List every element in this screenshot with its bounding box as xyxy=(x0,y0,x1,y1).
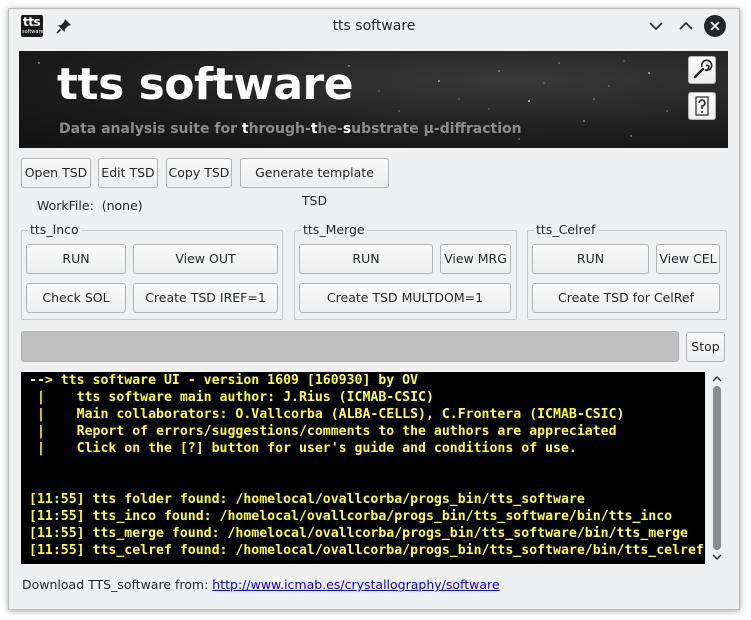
help-icon xyxy=(695,96,709,116)
celref-group-title: tts_Celref xyxy=(534,222,598,237)
app-logo-text: tts xyxy=(23,15,41,29)
title-bar[interactable]: tts software tts software xyxy=(9,9,739,43)
celref-view-cel-button[interactable]: View CEL xyxy=(656,244,720,274)
scroll-up-icon[interactable] xyxy=(711,374,723,384)
scroll-down-icon[interactable] xyxy=(711,552,723,562)
inco-group-title: tts_Inco xyxy=(28,222,81,237)
wrench-icon xyxy=(693,59,713,79)
inco-check-sol-button[interactable]: Check SOL xyxy=(26,283,126,313)
merge-view-mrg-button[interactable]: View MRG xyxy=(440,244,511,274)
console-line: | Click on the [?] button for user's gui… xyxy=(29,441,577,456)
console-scrollbar[interactable] xyxy=(708,372,726,564)
banner: tts software Data analysis suite for thr… xyxy=(19,51,728,148)
banner-subtitle-part: ubstrate µ-diffraction xyxy=(351,121,522,137)
console-line: [11:55] tts_inco found: /homelocal/ovall… xyxy=(29,509,673,524)
merge-group-title: tts_Merge xyxy=(301,222,367,237)
console-output[interactable]: --> tts software UI - version 1609 [1609… xyxy=(21,372,705,564)
download-link[interactable]: http://www.icmab.es/crystallography/soft… xyxy=(212,577,499,592)
banner-subtitle-letter: t xyxy=(241,121,249,137)
app-logo-subtext: software xyxy=(22,29,44,35)
workfile-value: (none) xyxy=(101,198,143,213)
banner-subtitle-part: hrough- xyxy=(248,121,311,137)
copy-tsd-button[interactable]: Copy TSD xyxy=(166,158,232,188)
close-icon[interactable] xyxy=(704,15,726,37)
generate-template-tsd-button[interactable]: Generate template TSD xyxy=(240,158,389,208)
edit-tsd-button[interactable]: Edit TSD xyxy=(98,158,158,188)
console-line: [11:55] tts_celref found: /homelocal/ova… xyxy=(29,543,704,558)
banner-subtitle-part: he- xyxy=(317,121,343,137)
workfile-row: WorkFile: (none) xyxy=(37,198,143,213)
console-line: | Main collaborators: O.Vallcorba (ALBA-… xyxy=(29,407,625,422)
maximize-icon[interactable] xyxy=(675,15,697,37)
console-line: [11:55] tts folder found: /homelocal/ova… xyxy=(29,492,585,507)
help-button[interactable] xyxy=(688,92,716,120)
banner-subtitle-letter: t xyxy=(310,121,318,137)
workfile-label: WorkFile: xyxy=(37,198,94,213)
main-window: tts software tts software tts software D… xyxy=(8,8,740,610)
progress-bar xyxy=(21,331,679,362)
footer-text: Download TTS_software from: xyxy=(22,577,209,592)
app-logo-icon[interactable]: tts software xyxy=(21,15,43,37)
inco-run-button[interactable]: RUN xyxy=(26,244,126,274)
inco-create-tsd-button[interactable]: Create TSD IREF=1 xyxy=(133,283,278,313)
scrollbar-thumb[interactable] xyxy=(713,386,721,550)
console-line: [11:55] tts_merge found: /homelocal/oval… xyxy=(29,526,688,541)
banner-subtitle: Data analysis suite for through-the-subs… xyxy=(59,121,522,137)
console-line: | tts software main author: J.Rius (ICMA… xyxy=(29,390,434,405)
console-line: | Report of errors/suggestions/comments … xyxy=(29,424,617,439)
minimize-icon[interactable] xyxy=(645,15,667,37)
inco-view-out-button[interactable]: View OUT xyxy=(133,244,278,274)
open-tsd-button[interactable]: Open TSD xyxy=(21,158,91,188)
banner-subtitle-letter: s xyxy=(342,121,352,137)
stop-button[interactable]: Stop xyxy=(686,332,725,362)
celref-run-button[interactable]: RUN xyxy=(532,244,649,274)
settings-button[interactable] xyxy=(688,56,716,84)
window-title: tts software xyxy=(332,18,416,34)
merge-create-tsd-button[interactable]: Create TSD MULTDOM=1 xyxy=(299,283,511,313)
console-line: --> tts software UI - version 1609 [1609… xyxy=(29,373,419,388)
banner-title: tts software xyxy=(57,59,354,110)
pin-icon[interactable] xyxy=(55,17,73,35)
celref-create-tsd-button[interactable]: Create TSD for CelRef xyxy=(532,283,720,313)
merge-run-button[interactable]: RUN xyxy=(299,244,433,274)
footer: Download TTS_software from: http://www.i… xyxy=(22,577,500,592)
banner-subtitle-part: Data analysis suite for xyxy=(59,121,242,137)
